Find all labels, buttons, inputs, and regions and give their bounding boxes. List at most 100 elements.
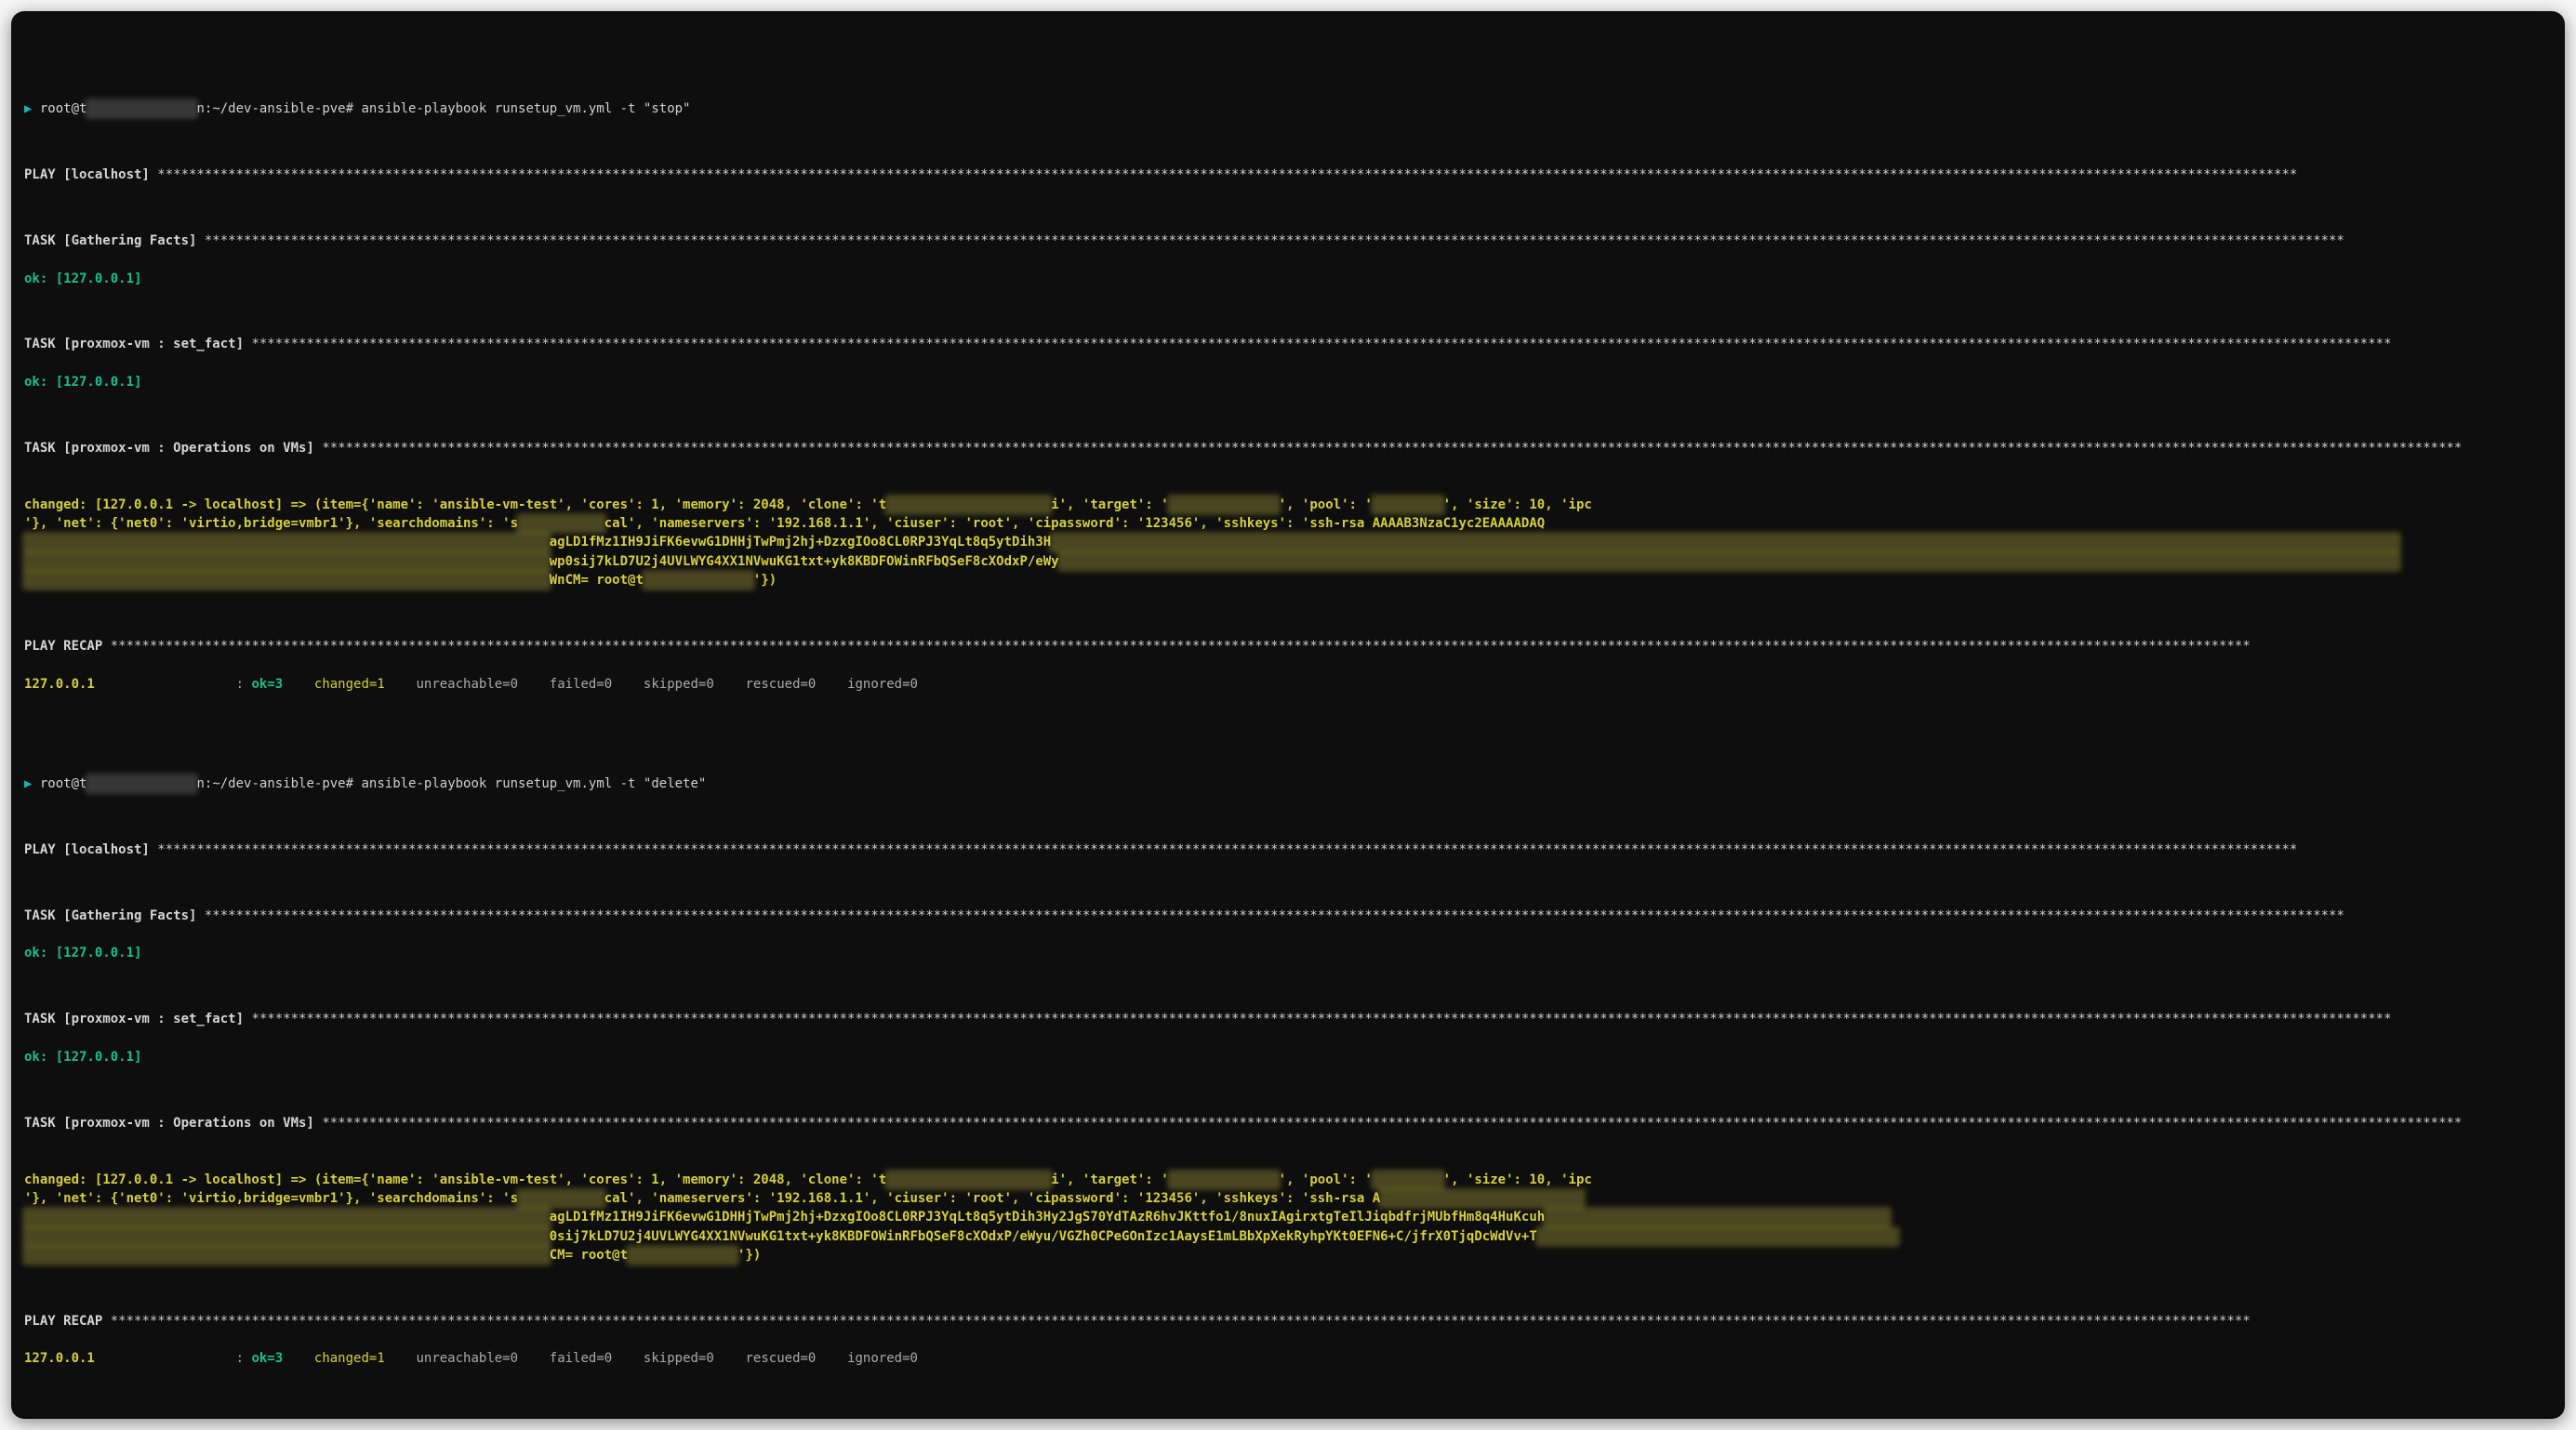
redacted-clone: xxxxxxxxxxxxxxxxxxxxx [886, 1171, 1051, 1189]
recap-ip: 127.0.0.1 [24, 677, 95, 692]
task-ops-label: TASK [proxmox-vm : Operations on VMs] [24, 1116, 314, 1131]
recap-ok: ok=3 [251, 677, 283, 692]
prompt-line-delete: ▶ root@txxxxxxxxxxxxxxn:~/dev-ansible-pv… [24, 775, 2548, 793]
changed-line5b: '}) [737, 1248, 761, 1263]
changed-line4: 0sij7kLD7U2j4UVLWYG4XX1NVwuKG1txt+yk8KBD… [550, 1229, 1537, 1244]
star-divider: ****************************************… [322, 441, 2462, 456]
star-divider: ****************************************… [157, 842, 2297, 857]
redacted-hostname: xxxxxxxxxxxxxx [86, 99, 196, 118]
command-stop: ansible-playbook runsetup_vm.yml -t "sto… [361, 101, 690, 116]
redacted-pool: xxxxxxxxx [1373, 1171, 1443, 1189]
task-operations-vms: TASK [proxmox-vm : Operations on VMs] **… [24, 1114, 2548, 1132]
recap-row: 127.0.0.1 : ok=3 changed=1 unreachable=0… [24, 1349, 2548, 1368]
ok-line: ok: [127.0.0.1] [24, 270, 2548, 288]
changed-between3: ', 'size': 10, 'ipc [1443, 1172, 1592, 1187]
prompt-path: n:~/dev-ansible-pve# [196, 101, 353, 116]
redacted-sshkey-tail1: xxxxxxxxxxxxxxxxxxxxxxxxxxxxxxxxxxxxxxxx… [1545, 1208, 1890, 1226]
task-operations-vms: TASK [proxmox-vm : Operations on VMs] **… [24, 439, 2548, 457]
task-gather-label: TASK [Gathering Facts] [24, 908, 196, 923]
star-divider: ****************************************… [111, 639, 2251, 654]
play-recap-label: PLAY RECAP [24, 1314, 102, 1329]
redacted-hostname: xxxxxxxxxxxxxx [86, 775, 196, 793]
changed-between1: i', 'target': ' [1051, 497, 1168, 512]
star-divider: ****************************************… [322, 1116, 2462, 1131]
redacted-sshkey-tail2: xxxxxxxxxxxxxxxxxxxxxxxxxxxxxxxxxxxxxxxx… [1537, 1227, 1898, 1246]
task-set-fact: TASK [proxmox-vm : set_fact] ***********… [24, 1010, 2548, 1028]
redacted-sshkey-tail: xxxxxxxxxxxxxxxxxxxxxxxxxxxxxxxxxxxxxxxx… [1059, 552, 2399, 571]
prompt-arrow-icon: ▶ [24, 776, 32, 791]
task-ops-label: TASK [proxmox-vm : Operations on VMs] [24, 441, 314, 456]
redacted-searchdomains: xxxxxxxxxxx [518, 514, 604, 533]
redacted-sshkey-prefix2: xxxxxxxxxxxxxxxxxxxxxxxxxxxxxxxxxxxxxxxx… [24, 552, 550, 571]
star-divider: ****************************************… [205, 908, 2344, 923]
ok-line: ok: [127.0.0.1] [24, 944, 2548, 962]
recap-unreachable: unreachable=0 [416, 677, 518, 692]
recap-ignored: ignored=0 [847, 677, 918, 692]
task-gathering-facts: TASK [Gathering Facts] *****************… [24, 907, 2548, 925]
prompt-user: root@t [40, 101, 87, 116]
changed-line5b: '}) [753, 573, 777, 588]
changed-line2b: cal', 'nameservers': '192.168.1.1', 'ciu… [604, 516, 1545, 531]
changed-line5a: WnCM= root@t [550, 573, 644, 588]
recap-failed: failed=0 [550, 1351, 612, 1366]
redacted-sshkey-pad: xxxxxxxxxxxxxxxxxxxxxxxxxxxxxxxxxxxxxxxx… [24, 571, 550, 589]
play-localhost-label: PLAY [localhost] [24, 167, 150, 182]
redacted-pool: xxxxxxxxx [1373, 496, 1443, 514]
prompt-path: n:~/dev-ansible-pve# [196, 776, 353, 791]
recap-ok: ok=3 [251, 1351, 283, 1366]
play-recap-label: PLAY RECAP [24, 639, 102, 654]
redacted-sshkey-prefix: xxxxxxxxxxxxxxxxxxxxxxxxxxxxxxxxxxxxxxxx… [24, 533, 550, 551]
star-divider: ****************************************… [111, 1314, 2251, 1329]
task-set-fact: TASK [proxmox-vm : set_fact] ***********… [24, 335, 2548, 353]
recap-unreachable: unreachable=0 [416, 1351, 518, 1366]
task-setfact-label: TASK [proxmox-vm : set_fact] [24, 337, 244, 351]
changed-line3: agLD1fMz1IH9JiFK6evwG1DHHjTwPmj2hj+DzxgI… [550, 535, 1051, 549]
play-recap: PLAY RECAP *****************************… [24, 637, 2548, 655]
changed-between2: ', 'pool': ' [1279, 497, 1373, 512]
terminal-window[interactable]: ▶ root@txxxxxxxxxxxxxxn:~/dev-ansible-pv… [11, 11, 2565, 1419]
task-gathering-facts: TASK [Gathering Facts] *****************… [24, 232, 2548, 250]
redacted-sshkey-mid: xxxxxxxxxxxxxxxxxxxxxxxxxxxxxxxxxxxxxxxx… [1051, 533, 2399, 551]
redacted-sshkey-prefix: xxxxxxxxxxxxxxxxxxxxxxxxxxxxxxxxxxxxxxxx… [24, 1208, 550, 1226]
changed-item-delete: changed: [127.0.0.1 -> localhost] => (it… [24, 1171, 2548, 1264]
recap-sep: : [95, 677, 244, 692]
changed-line1: changed: [127.0.0.1 -> localhost] => (it… [24, 1172, 886, 1187]
prompt-line-stop: ▶ root@txxxxxxxxxxxxxxn:~/dev-ansible-pv… [24, 99, 2548, 118]
changed-between1: i', 'target': ' [1051, 1172, 1168, 1187]
play-header: PLAY [localhost] ***********************… [24, 841, 2548, 859]
task-setfact-label: TASK [proxmox-vm : set_fact] [24, 1012, 244, 1026]
recap-row: 127.0.0.1 : ok=3 changed=1 unreachable=0… [24, 675, 2548, 694]
play-header: PLAY [localhost] ***********************… [24, 166, 2548, 184]
recap-rescued: rescued=0 [746, 677, 817, 692]
star-divider: ****************************************… [251, 337, 2391, 351]
recap-ip: 127.0.0.1 [24, 1351, 95, 1366]
recap-changed: changed=1 [314, 677, 385, 692]
play-localhost-label: PLAY [localhost] [24, 842, 150, 857]
redacted-target: xxxxxxxxxxxxxx [1169, 1171, 1279, 1189]
changed-line2b: cal', 'nameservers': '192.168.1.1', 'ciu… [604, 1191, 1380, 1206]
recap-skipped: skipped=0 [644, 1351, 714, 1366]
changed-line2a: '}, 'net': {'net0': 'virtio,bridge=vmbr1… [24, 516, 518, 531]
prompt-user: root@t [40, 776, 87, 791]
changed-line5a: CM= root@t [550, 1248, 628, 1263]
changed-line3: agLD1fMz1IH9JiFK6evwG1DHHjTwPmj2hj+DzxgI… [550, 1210, 1545, 1225]
recap-rescued: rescued=0 [746, 1351, 817, 1366]
redacted-sshkey-prefix2: xxxxxxxxxxxxxxxxxxxxxxxxxxxxxxxxxxxxxxxx… [24, 1227, 550, 1246]
changed-line2a: '}, 'net': {'net0': 'virtio,bridge=vmbr1… [24, 1191, 518, 1206]
recap-skipped: skipped=0 [644, 677, 714, 692]
redacted-clone: xxxxxxxxxxxxxxxxxxxxx [886, 496, 1051, 514]
changed-line1: changed: [127.0.0.1 -> localhost] => (it… [24, 497, 886, 512]
ok-line: ok: [127.0.0.1] [24, 1048, 2548, 1066]
redacted-sshkey-pad: xxxxxxxxxxxxxxxxxxxxxxxxxxxxxxxxxxxxxxxx… [24, 1246, 550, 1264]
play-recap: PLAY RECAP *****************************… [24, 1312, 2548, 1331]
recap-changed: changed=1 [314, 1351, 385, 1366]
recap-ignored: ignored=0 [847, 1351, 918, 1366]
ok-line: ok: [127.0.0.1] [24, 373, 2548, 391]
changed-between2: ', 'pool': ' [1279, 1172, 1373, 1187]
redacted-target: xxxxxxxxxxxxxx [1169, 496, 1279, 514]
command-delete: ansible-playbook runsetup_vm.yml -t "del… [361, 776, 706, 791]
changed-line4: wp0sij7kLD7U2j4UVLWYG4XX1NVwuKG1txt+yk8K… [550, 554, 1059, 569]
star-divider: ****************************************… [205, 233, 2344, 248]
redacted-root-host: xxxxxxxxxxxxxx [644, 571, 753, 589]
star-divider: ****************************************… [251, 1012, 2391, 1026]
